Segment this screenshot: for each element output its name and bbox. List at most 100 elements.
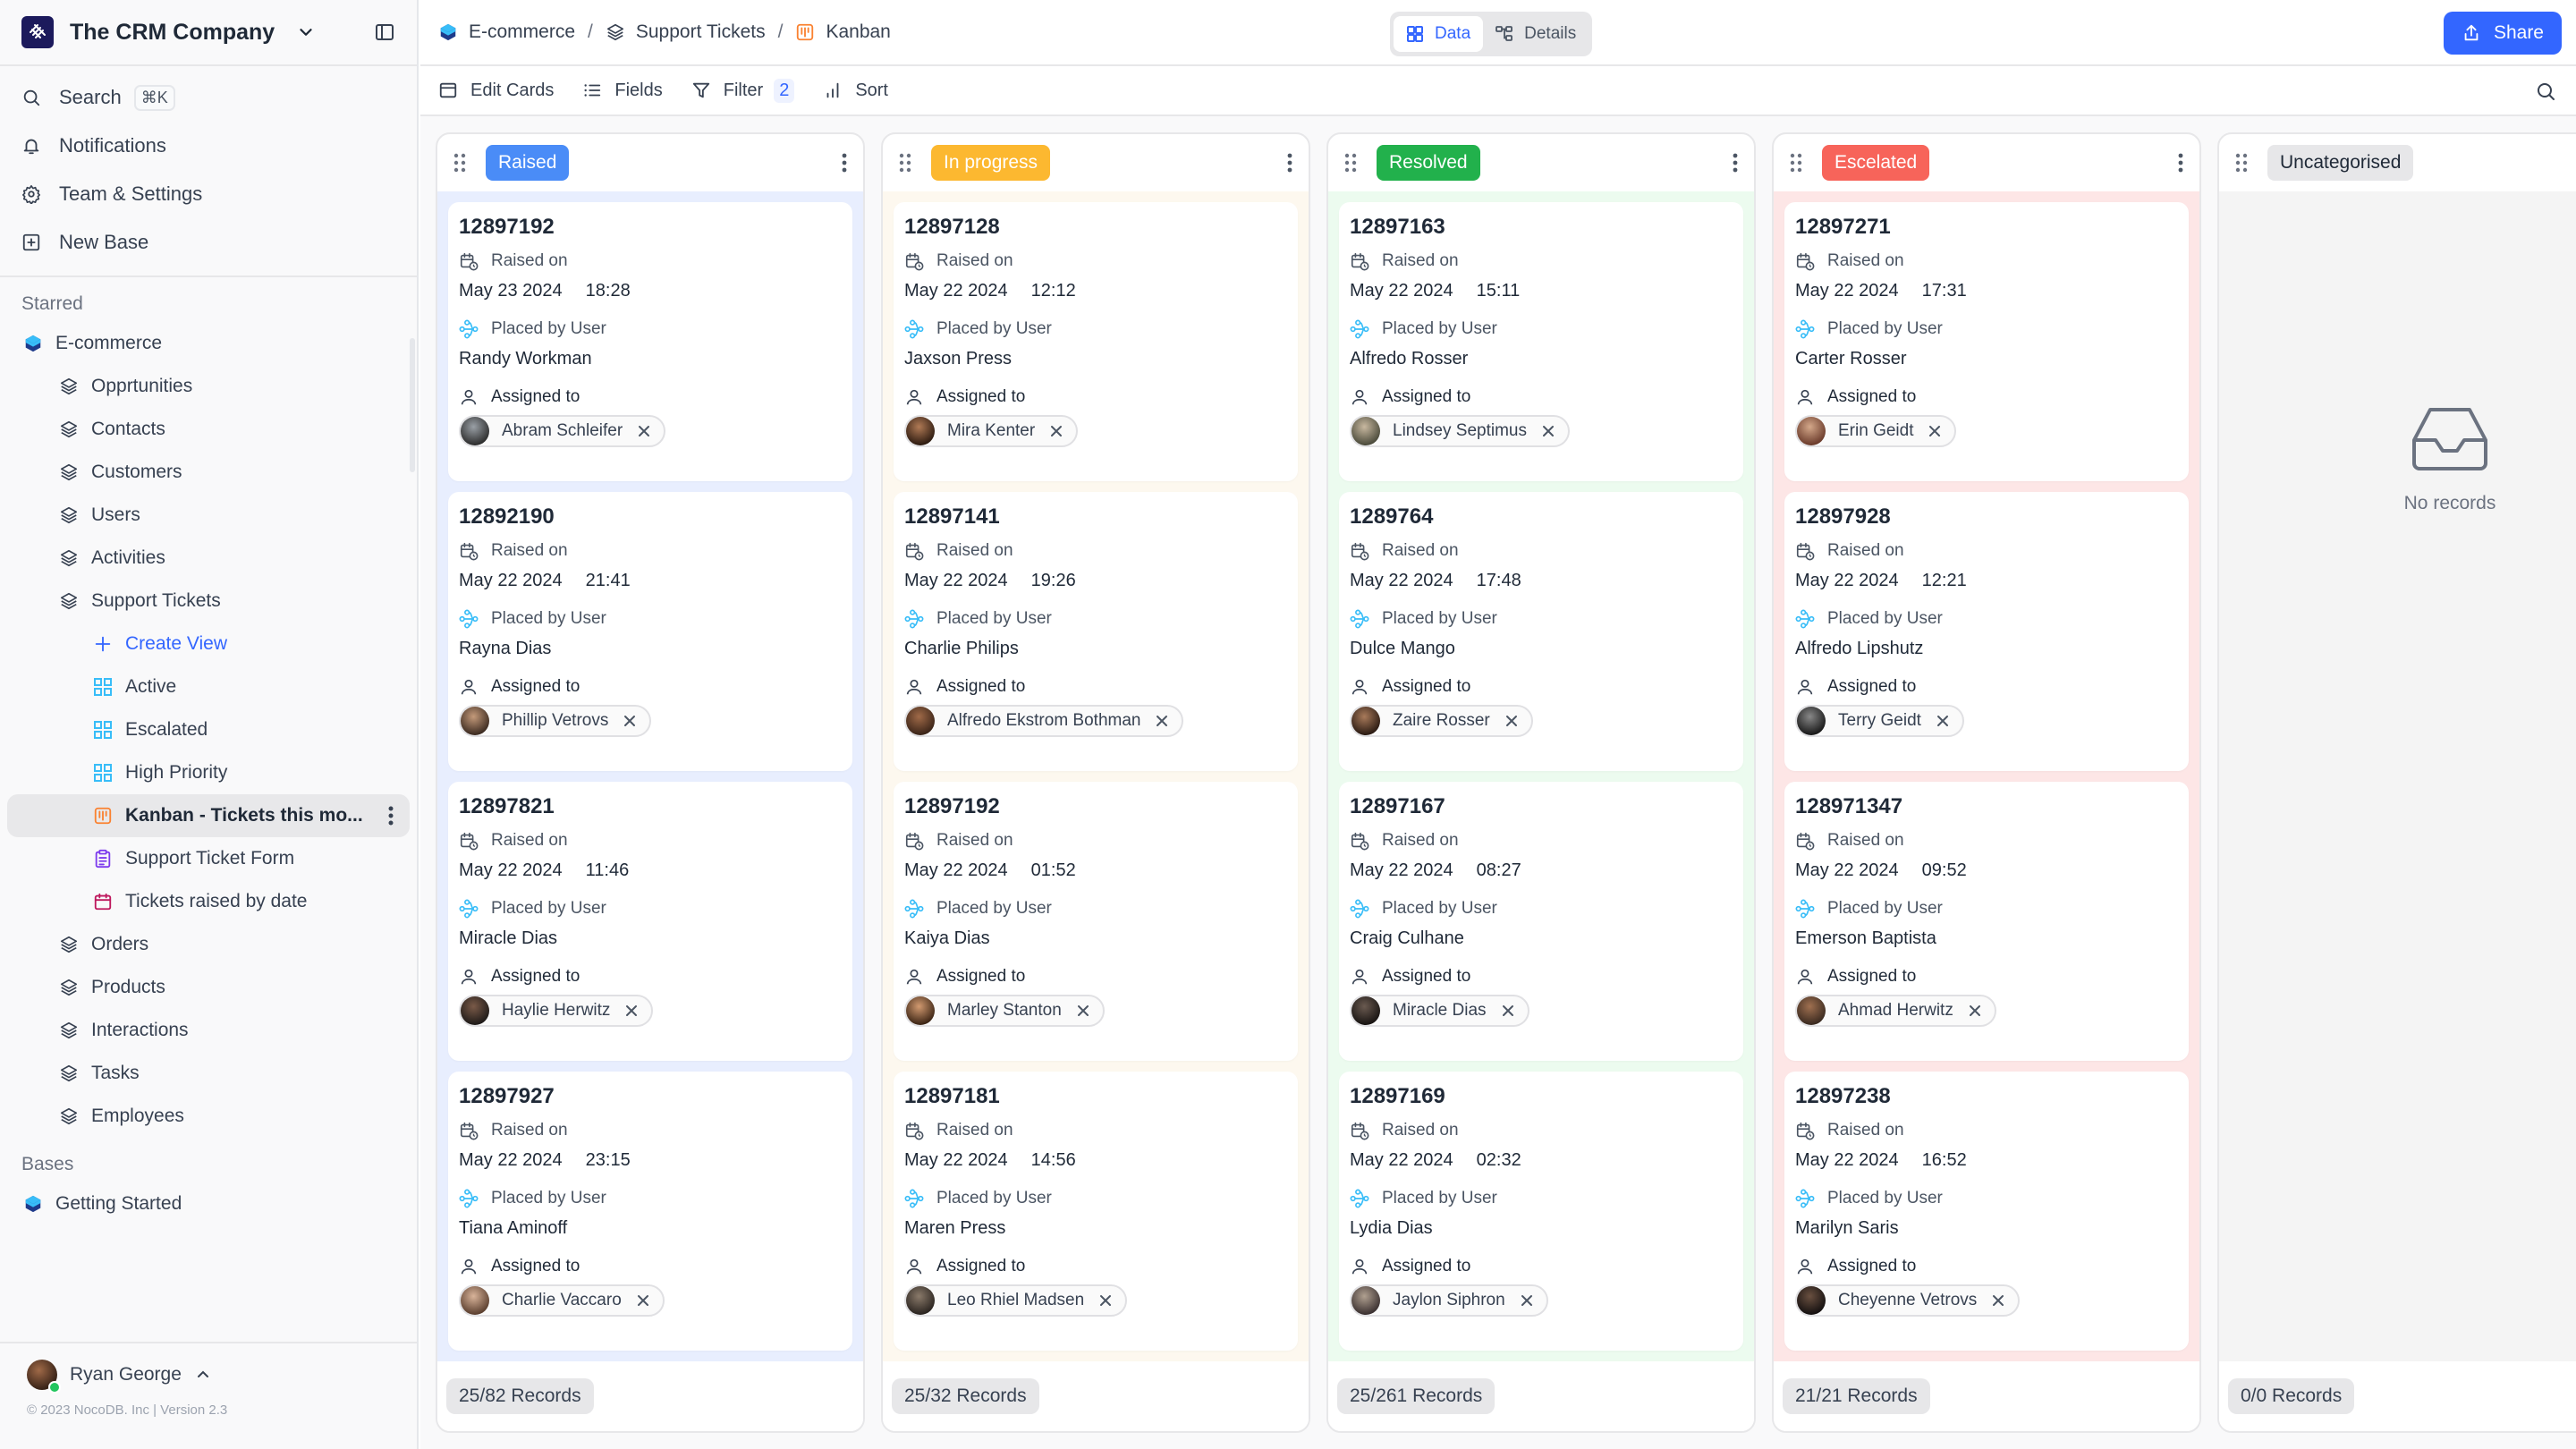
assignee-chip[interactable]: Cheyenne Vetrovs [1795,1284,2021,1317]
assignee-chip[interactable]: Ahmad Herwitz [1795,995,1996,1027]
ticket-card[interactable]: 12897928 Raised on May 22 2024 12:21 Placed … [1784,492,2189,771]
column-menu-icon[interactable] [1733,152,1738,174]
sidebar-item-grid-view[interactable]: Active [0,665,417,708]
assignee-chip[interactable]: Zaire Rosser [1350,705,1533,737]
assignee-chip[interactable]: Leo Rhiel Madsen [904,1284,1128,1317]
sidebar-team-settings[interactable]: Team & Settings [0,170,417,218]
sidebar-item-table[interactable]: Activities [0,537,417,580]
ticket-card[interactable]: 12892190 Raised on May 22 2024 21:41 Placed … [448,492,852,771]
ticket-card[interactable]: 12897271 Raised on May 22 2024 17:31 Placed … [1784,202,2189,481]
sidebar-new-base[interactable]: New Base [0,218,417,267]
tab-data[interactable]: Data [1394,16,1484,52]
sidebar-item-table[interactable]: Interactions [0,1009,417,1052]
assignee-chip[interactable]: Mira Kenter [904,415,1079,447]
ticket-card[interactable]: 12897927 Raised on May 22 2024 23:15 Placed … [448,1072,852,1351]
more-options-icon[interactable] [388,806,394,826]
remove-assignee-icon[interactable] [1520,1293,1534,1308]
assignee-chip[interactable]: Haylie Herwitz [459,995,654,1027]
remove-assignee-icon[interactable] [637,424,651,438]
remove-assignee-icon[interactable] [1504,714,1519,728]
remove-assignee-icon[interactable] [1155,714,1169,728]
remove-assignee-icon[interactable] [1501,1004,1515,1018]
column-card-list[interactable]: 12897128 Raised on May 22 2024 12:12 Placed … [883,191,1309,1361]
drag-handle-icon[interactable] [453,153,466,173]
sidebar-item-table[interactable]: Employees [0,1095,417,1138]
tab-details[interactable]: Details [1483,16,1589,52]
search-icon[interactable] [2535,80,2556,102]
user-menu[interactable]: Ryan George [0,1343,417,1394]
drag-handle-icon[interactable] [2235,153,2248,173]
column-menu-icon[interactable] [1287,152,1292,174]
remove-assignee-icon[interactable] [1991,1293,2005,1308]
remove-assignee-icon[interactable] [624,1004,639,1018]
assignee-chip[interactable]: Lindsey Septimus [1350,415,1570,447]
column-card-list[interactable]: 12897163 Raised on May 22 2024 15:11 Placed … [1328,191,1754,1361]
chevron-down-icon[interactable] [296,22,316,42]
ticket-card[interactable]: 12897821 Raised on May 22 2024 11:46 Placed … [448,782,852,1061]
sidebar-item-grid-view[interactable]: High Priority [0,751,417,794]
sidebar-scrollbar[interactable] [410,338,415,472]
sidebar-toggle-icon[interactable] [374,21,395,43]
ticket-card[interactable]: 1289764 Raised on May 22 2024 17:48 Placed b… [1339,492,1743,771]
assignee-chip[interactable]: Jaylon Siphron [1350,1284,1548,1317]
sidebar-item-table[interactable]: Tasks [0,1052,417,1095]
remove-assignee-icon[interactable] [1076,1004,1090,1018]
remove-assignee-icon[interactable] [1049,424,1063,438]
sidebar-item-table[interactable]: Customers [0,451,417,494]
sidebar-item-table[interactable]: Support Tickets [0,580,417,623]
assignee-chip[interactable]: Terry Geidt [1795,705,1964,737]
assignee-chip[interactable]: Alfredo Ekstrom Bothman [904,705,1184,737]
ticket-card[interactable]: 12897128 Raised on May 22 2024 12:12 Placed … [894,202,1298,481]
drag-handle-icon[interactable] [1344,153,1357,173]
fields-button[interactable]: Fields [582,80,663,101]
assignee-chip[interactable]: Marley Stanton [904,995,1105,1027]
assignee-chip[interactable]: Erin Geidt [1795,415,1957,447]
sidebar-item-grid-view[interactable]: Escalated [0,708,417,751]
breadcrumb-view[interactable]: Kanban [826,21,890,43]
column-card-list[interactable]: No records [2219,191,2576,1361]
sidebar-item-table[interactable]: Users [0,494,417,537]
sidebar-notifications[interactable]: Notifications [0,122,417,170]
ticket-card[interactable]: 12897167 Raised on May 22 2024 08:27 Placed … [1339,782,1743,1061]
breadcrumb-table[interactable]: Support Tickets [636,21,766,43]
assignee-chip[interactable]: Charlie Vaccaro [459,1284,665,1317]
assignee-chip[interactable]: Miracle Dias [1350,995,1530,1027]
ticket-card[interactable]: 12897181 Raised on May 22 2024 14:56 Placed … [894,1072,1298,1351]
remove-assignee-icon[interactable] [1098,1293,1113,1308]
sidebar-item-table[interactable]: Products [0,966,417,1009]
sidebar-search[interactable]: Search ⌘K [0,73,417,122]
column-card-list[interactable]: 12897271 Raised on May 22 2024 17:31 Placed … [1774,191,2199,1361]
workspace-name[interactable]: The CRM Company [70,20,275,46]
ticket-card[interactable]: 12897192 Raised on May 23 2024 18:28 Placed … [448,202,852,481]
remove-assignee-icon[interactable] [636,1293,650,1308]
remove-assignee-icon[interactable] [1968,1004,1982,1018]
assignee-chip[interactable]: Abram Schleifer [459,415,666,447]
sidebar-item-table[interactable]: Contacts [0,408,417,451]
create-view-button[interactable]: Create View [0,623,417,665]
remove-assignee-icon[interactable] [1936,714,1950,728]
column-card-list[interactable]: 12897192 Raised on May 23 2024 18:28 Placed … [437,191,863,1361]
filter-button[interactable]: Filter 2 [691,78,795,103]
remove-assignee-icon[interactable] [623,714,637,728]
drag-handle-icon[interactable] [1790,153,1802,173]
column-menu-icon[interactable] [2178,152,2183,174]
sort-button[interactable]: Sort [823,80,888,101]
breadcrumb-base[interactable]: E-commerce [469,21,575,43]
ticket-card[interactable]: 12897163 Raised on May 22 2024 15:11 Placed … [1339,202,1743,481]
base-getting-started[interactable]: Getting Started [0,1182,417,1225]
remove-assignee-icon[interactable] [1928,424,1942,438]
column-menu-icon[interactable] [842,152,847,174]
ticket-card[interactable]: 12897141 Raised on May 22 2024 19:26 Placed … [894,492,1298,771]
sidebar-item-form-view[interactable]: Support Ticket Form [0,837,417,880]
ticket-card[interactable]: 12897192 Raised on May 22 2024 01:52 Placed … [894,782,1298,1061]
share-button[interactable]: Share [2443,12,2562,55]
ticket-card[interactable]: 128971347 Raised on May 22 2024 09:52 Placed… [1784,782,2189,1061]
sidebar-item-table[interactable]: Orders [0,923,417,966]
sidebar-item-kanban-view[interactable]: Kanban - Tickets this mo... [7,794,410,837]
base-e-commerce[interactable]: E-commerce [0,322,417,365]
ticket-card[interactable]: 12897169 Raised on May 22 2024 02:32 Placed … [1339,1072,1743,1351]
remove-assignee-icon[interactable] [1541,424,1555,438]
sidebar-item-table[interactable]: Opprtunities [0,365,417,408]
assignee-chip[interactable]: Phillip Vetrovs [459,705,652,737]
drag-handle-icon[interactable] [899,153,911,173]
